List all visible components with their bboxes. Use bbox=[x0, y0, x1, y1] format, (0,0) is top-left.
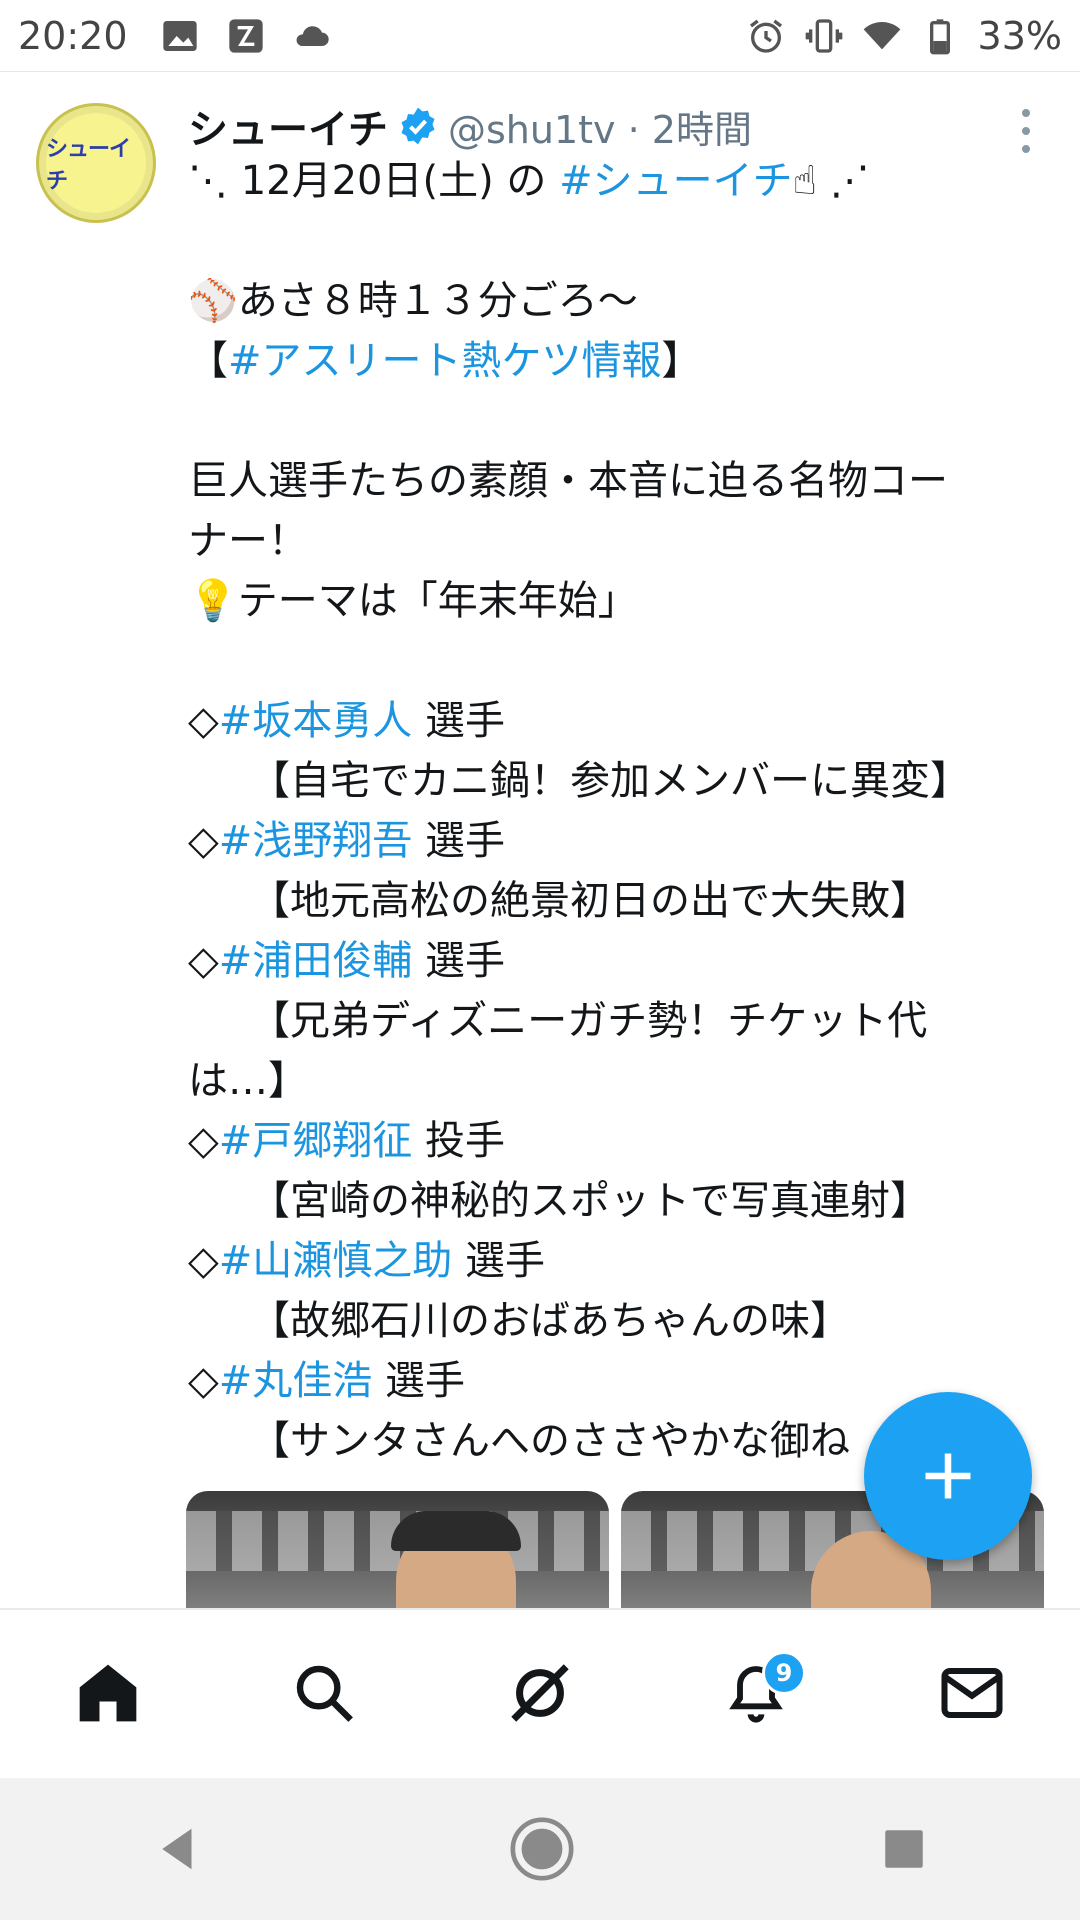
gallery-icon bbox=[163, 21, 197, 51]
tweet-text-line: ◇#戸郷翔征 投手 bbox=[188, 1111, 1048, 1171]
tweet-text-line: ⚾あさ８時１３分ごろ～ bbox=[188, 271, 1048, 331]
text-segment: 【宮崎の神秘的スポットで写真連射】 bbox=[250, 1178, 930, 1224]
text-segment: 巨人選手たちの素顔・本音に迫る名物コー bbox=[188, 458, 948, 504]
hashtag-link[interactable]: #坂本勇人 bbox=[219, 698, 413, 744]
text-segment: ナー！ bbox=[188, 518, 308, 564]
wifi-icon bbox=[863, 22, 900, 50]
status-left-icons bbox=[160, 16, 332, 56]
app-icon bbox=[229, 19, 263, 53]
text-segment: 【兄弟ディズニーガチ勢！チケット代 bbox=[250, 998, 928, 1044]
text-segment: は…】 bbox=[188, 1058, 308, 1104]
status-bar: 20:20 33% bbox=[0, 0, 1080, 72]
tweet-text-line: 【地元高松の絶景初日の出で大失敗】 bbox=[188, 871, 1048, 931]
messages-icon bbox=[941, 1667, 1003, 1719]
nav-spaces[interactable] bbox=[490, 1643, 590, 1743]
tweet-text-line: ⋱ 12月20日(土) の #シューイチ☝ ⋰ bbox=[188, 151, 1048, 211]
display-name[interactable]: シューイチ bbox=[188, 97, 388, 155]
recents-icon[interactable] bbox=[879, 1824, 929, 1874]
more-options-icon[interactable] bbox=[1016, 109, 1036, 153]
text-segment: ☝ ⋰ bbox=[792, 158, 870, 204]
status-right-icons: 33% bbox=[746, 14, 1062, 58]
nav-messages[interactable] bbox=[922, 1643, 1022, 1743]
text-segment: 【自宅でカニ鍋！参加メンバーに異変】 bbox=[250, 758, 970, 804]
plus-icon bbox=[925, 1453, 971, 1499]
text-segment: ⚾あさ８時１３分ごろ～ bbox=[188, 278, 638, 324]
text-segment: 選手 bbox=[412, 818, 505, 864]
avatar[interactable]: シューイチ bbox=[36, 103, 156, 223]
system-nav-bar bbox=[0, 1778, 1080, 1920]
vibrate-icon bbox=[805, 19, 842, 53]
text-segment: ◇ bbox=[188, 938, 219, 984]
verified-icon bbox=[401, 107, 435, 145]
battery-icon bbox=[929, 19, 950, 55]
media-image-1[interactable] bbox=[186, 1491, 609, 1608]
bottom-nav: 9 bbox=[0, 1608, 1080, 1776]
hashtag-link[interactable]: #戸郷翔征 bbox=[219, 1118, 413, 1164]
alarm-icon bbox=[749, 19, 782, 53]
text-segment: 💡テーマは「年末年始」 bbox=[188, 578, 638, 624]
handle-and-time: @shu1tv · 2時間 bbox=[448, 107, 752, 152]
hashtag-link[interactable]: #丸佳浩 bbox=[219, 1358, 373, 1404]
nav-notifications[interactable]: 9 bbox=[706, 1643, 806, 1743]
tweet-text-line: 【故郷石川のおばあちゃんの味】 bbox=[188, 1291, 1048, 1351]
tweet-text-line: 【自宅でカニ鍋！参加メンバーに異変】 bbox=[188, 751, 1048, 811]
text-segment: 選手 bbox=[412, 698, 505, 744]
text-segment: 【故郷石川のおばあちゃんの味】 bbox=[250, 1298, 850, 1344]
text-segment: 【 bbox=[188, 338, 228, 384]
status-time: 20:20 bbox=[18, 14, 128, 58]
tweet-text-line: 💡テーマは「年末年始」 bbox=[188, 571, 1048, 631]
text-segment: 選手 bbox=[452, 1238, 545, 1284]
hashtag-link[interactable]: #シューイチ bbox=[559, 158, 793, 204]
tweet-text-line: ◇#浦田俊輔 選手 bbox=[188, 931, 1048, 991]
tweet-text-line: 巨人選手たちの素顔・本音に迫る名物コー bbox=[188, 451, 1048, 511]
tweet-text-line: 【宮崎の神秘的スポットで写真連射】 bbox=[188, 1171, 1048, 1231]
tweet-text-line: ◇#山瀬慎之助 選手 bbox=[188, 1231, 1048, 1291]
text-segment: ◇ bbox=[188, 1358, 219, 1404]
search-icon bbox=[296, 1665, 353, 1722]
spaces-icon bbox=[511, 1664, 569, 1722]
cloud-icon bbox=[296, 26, 329, 46]
nav-home[interactable] bbox=[58, 1643, 158, 1743]
tweet[interactable]: シューイチ シューイチ @shu1tv · 2時間 ⋱ 12月20日(土) の … bbox=[0, 73, 1080, 1608]
text-segment: 】 bbox=[661, 338, 702, 384]
nav-search[interactable] bbox=[274, 1643, 374, 1743]
tweet-header: シューイチ @shu1tv · 2時間 bbox=[188, 97, 752, 155]
avatar-logo: シューイチ bbox=[46, 113, 146, 213]
avatar-logo-text: シューイチ bbox=[46, 137, 131, 194]
notification-badge: 9 bbox=[762, 1651, 806, 1695]
battery-percent: 33% bbox=[977, 14, 1062, 58]
back-icon[interactable] bbox=[151, 1822, 205, 1876]
tweet-text-line: は…】 bbox=[188, 1051, 1048, 1111]
text-segment: ⋱ 12月20日(土) の bbox=[188, 158, 560, 204]
tweet-text-line: ◇#坂本勇人 選手 bbox=[188, 691, 1048, 751]
hashtag-link[interactable]: #山瀬慎之助 bbox=[219, 1238, 453, 1284]
tweet-text-line: ナー！ bbox=[188, 511, 1048, 571]
tweet-text-line: ◇#浅野翔吾 選手 bbox=[188, 811, 1048, 871]
hashtag-link[interactable]: #浦田俊輔 bbox=[219, 938, 413, 984]
home-icon bbox=[79, 1664, 137, 1722]
text-segment: 選手 bbox=[412, 938, 505, 984]
tweet-text-line: 【兄弟ディズニーガチ勢！チケット代 bbox=[188, 991, 1048, 1051]
hashtag-link[interactable]: #浅野翔吾 bbox=[219, 818, 413, 864]
text-segment: ◇ bbox=[188, 1118, 219, 1164]
home-button-icon[interactable] bbox=[507, 1814, 577, 1884]
compose-tweet-button[interactable] bbox=[864, 1392, 1032, 1560]
text-segment: 投手 bbox=[412, 1118, 505, 1164]
text-segment: 【地元高松の絶景初日の出で大失敗】 bbox=[250, 878, 930, 924]
tweet-text-line: 【#アスリート熱ケツ情報】 bbox=[188, 331, 1048, 391]
text-segment: ◇ bbox=[188, 698, 219, 744]
tweet-text: ⋱ 12月20日(土) の #シューイチ☝ ⋰ ⚾あさ８時１３分ごろ～ 【#アスリー… bbox=[188, 151, 1048, 1471]
text-segment: ◇ bbox=[188, 818, 219, 864]
hashtag-link[interactable]: #アスリート熱ケツ情報 bbox=[228, 338, 662, 384]
text-segment: 選手 bbox=[372, 1358, 465, 1404]
text-segment: 【サンタさんへのささやかな御ね bbox=[250, 1418, 850, 1464]
text-segment: ◇ bbox=[188, 1238, 219, 1284]
